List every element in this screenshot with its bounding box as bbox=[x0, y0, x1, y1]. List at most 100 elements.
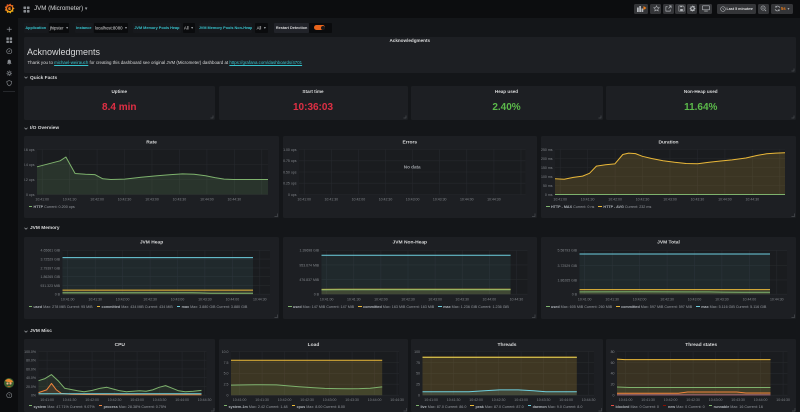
svg-text:50 ms: 50 ms bbox=[543, 183, 553, 187]
svg-text:953.674 MiB: 953.674 MiB bbox=[299, 263, 319, 267]
svg-text:10:41:30: 10:41:30 bbox=[255, 398, 269, 402]
svg-text:10:41:30: 10:41:30 bbox=[62, 398, 76, 402]
svg-text:80.0%: 80.0% bbox=[26, 358, 36, 362]
svg-text:10:43:30: 10:43:30 bbox=[536, 398, 550, 402]
svg-text:10:43:00: 10:43:00 bbox=[708, 398, 722, 402]
svg-text:10:43:30: 10:43:30 bbox=[691, 197, 705, 201]
svg-text:10:43:30: 10:43:30 bbox=[198, 297, 212, 301]
svg-text:20.0%: 20.0% bbox=[26, 384, 36, 388]
svg-text:1.00 ops: 1.00 ops bbox=[283, 147, 297, 151]
svg-text:10:42:30: 10:42:30 bbox=[300, 398, 314, 402]
svg-text:10:41:30: 10:41:30 bbox=[324, 197, 338, 201]
svg-text:0%: 0% bbox=[30, 393, 35, 397]
svg-text:10:43:30: 10:43:30 bbox=[731, 398, 745, 402]
svg-text:0.25 ops: 0.25 ops bbox=[283, 181, 297, 185]
svg-text:10:42:00: 10:42:00 bbox=[85, 398, 99, 402]
svg-text:10:43:30: 10:43:30 bbox=[152, 398, 166, 402]
svg-text:10:43:30: 10:43:30 bbox=[433, 197, 447, 201]
svg-text:3.72529 GiB: 3.72529 GiB bbox=[558, 264, 578, 268]
svg-text:10:42:00: 10:42:00 bbox=[90, 197, 104, 201]
svg-text:10:43:00: 10:43:00 bbox=[322, 398, 336, 402]
svg-text:25: 25 bbox=[416, 382, 420, 386]
svg-text:10:41:00: 10:41:00 bbox=[40, 398, 54, 402]
svg-text:Errors: Errors bbox=[402, 139, 417, 145]
svg-text:10:42:00: 10:42:00 bbox=[277, 398, 291, 402]
svg-text:10:44:30: 10:44:30 bbox=[770, 297, 784, 301]
svg-text:10:42:00: 10:42:00 bbox=[608, 197, 622, 201]
svg-text:5.0: 5.0 bbox=[223, 371, 228, 375]
svg-text:5.58793 GiB: 5.58793 GiB bbox=[558, 248, 578, 252]
svg-text:10:44:00: 10:44:00 bbox=[753, 398, 767, 402]
svg-text:10:41:00: 10:41:00 bbox=[35, 197, 49, 201]
svg-text:10:43:30: 10:43:30 bbox=[172, 197, 186, 201]
svg-text:10:43:30: 10:43:30 bbox=[455, 297, 469, 301]
svg-text:50: 50 bbox=[416, 371, 420, 375]
svg-text:0: 0 bbox=[418, 393, 420, 397]
svg-text:10:42:30: 10:42:30 bbox=[636, 197, 650, 201]
svg-text:0: 0 bbox=[612, 393, 614, 397]
svg-text:10:41:30: 10:41:30 bbox=[88, 297, 102, 301]
svg-text:1.86265 GiB: 1.86265 GiB bbox=[558, 278, 578, 282]
svg-text:No data: No data bbox=[404, 164, 421, 169]
svg-text:10:44:30: 10:44:30 bbox=[745, 197, 759, 201]
svg-text:10:44:00: 10:44:00 bbox=[200, 197, 214, 201]
svg-text:10:43:00: 10:43:00 bbox=[130, 398, 144, 402]
svg-text:10:41:00: 10:41:00 bbox=[320, 297, 334, 301]
svg-text:100 ms: 100 ms bbox=[541, 174, 553, 178]
svg-text:931.323 MiB: 931.323 MiB bbox=[40, 283, 60, 287]
svg-text:10:44:00: 10:44:00 bbox=[225, 297, 239, 301]
svg-text:Duration: Duration bbox=[658, 139, 678, 145]
svg-text:JVM Non-Heap: JVM Non-Heap bbox=[393, 239, 428, 245]
svg-text:40: 40 bbox=[610, 371, 614, 375]
svg-text:10:43:00: 10:43:00 bbox=[406, 197, 420, 201]
svg-text:Load: Load bbox=[307, 342, 319, 348]
svg-text:10:44:00: 10:44:00 bbox=[460, 197, 474, 201]
svg-text:10:41:30: 10:41:30 bbox=[605, 297, 619, 301]
svg-text:250 ms: 250 ms bbox=[541, 147, 553, 151]
svg-text:JVM Heap: JVM Heap bbox=[139, 239, 162, 245]
svg-text:0 ops: 0 ops bbox=[25, 192, 34, 196]
svg-text:Thread states: Thread states bbox=[685, 342, 717, 348]
svg-text:10:42:30: 10:42:30 bbox=[491, 398, 505, 402]
svg-text:7.5: 7.5 bbox=[223, 360, 228, 364]
svg-text:2.5: 2.5 bbox=[223, 382, 228, 386]
svg-text:10:42:00: 10:42:00 bbox=[633, 297, 647, 301]
svg-text:10:44:30: 10:44:30 bbox=[581, 398, 595, 402]
svg-text:10:44:00: 10:44:00 bbox=[743, 297, 757, 301]
svg-text:0: 0 bbox=[226, 393, 228, 397]
svg-text:10:44:00: 10:44:00 bbox=[175, 398, 189, 402]
svg-text:10:44:30: 10:44:30 bbox=[227, 197, 241, 201]
svg-text:20: 20 bbox=[610, 382, 614, 386]
svg-text:10:41:30: 10:41:30 bbox=[347, 297, 361, 301]
svg-text:10:41:00: 10:41:00 bbox=[618, 398, 632, 402]
svg-text:0.75 ops: 0.75 ops bbox=[283, 159, 297, 163]
svg-text:10:41:30: 10:41:30 bbox=[641, 398, 655, 402]
svg-text:10:42:00: 10:42:00 bbox=[115, 297, 129, 301]
svg-text:100: 100 bbox=[414, 349, 420, 353]
svg-text:0.4 ops: 0.4 ops bbox=[24, 162, 35, 166]
svg-text:0.2 ops: 0.2 ops bbox=[24, 177, 35, 181]
svg-text:10:42:30: 10:42:30 bbox=[401, 297, 415, 301]
svg-text:200 ms: 200 ms bbox=[541, 156, 553, 160]
svg-text:0 B: 0 B bbox=[572, 292, 578, 296]
svg-text:10:44:00: 10:44:00 bbox=[367, 398, 381, 402]
svg-text:10:42:30: 10:42:30 bbox=[686, 398, 700, 402]
svg-text:CPU: CPU bbox=[114, 342, 125, 348]
svg-text:10:43:00: 10:43:00 bbox=[663, 197, 677, 201]
svg-text:10:44:30: 10:44:30 bbox=[252, 297, 266, 301]
svg-text:10:41:30: 10:41:30 bbox=[62, 197, 76, 201]
svg-text:10:43:30: 10:43:30 bbox=[715, 297, 729, 301]
svg-text:40.0%: 40.0% bbox=[26, 376, 36, 380]
svg-text:10:42:30: 10:42:30 bbox=[379, 197, 393, 201]
svg-text:80: 80 bbox=[610, 349, 614, 353]
svg-text:10:44:00: 10:44:00 bbox=[718, 197, 732, 201]
svg-text:10:43:00: 10:43:00 bbox=[145, 197, 159, 201]
svg-text:476.837 MiB: 476.837 MiB bbox=[299, 278, 319, 282]
svg-text:3.72529 GiB: 3.72529 GiB bbox=[40, 257, 60, 261]
svg-text:10:44:30: 10:44:30 bbox=[510, 297, 524, 301]
svg-text:10:43:30: 10:43:30 bbox=[345, 398, 359, 402]
svg-text:10:44:00: 10:44:00 bbox=[559, 398, 573, 402]
svg-text:0 B: 0 B bbox=[54, 292, 60, 296]
svg-text:150 ms: 150 ms bbox=[541, 165, 553, 169]
svg-text:10:41:30: 10:41:30 bbox=[581, 197, 595, 201]
